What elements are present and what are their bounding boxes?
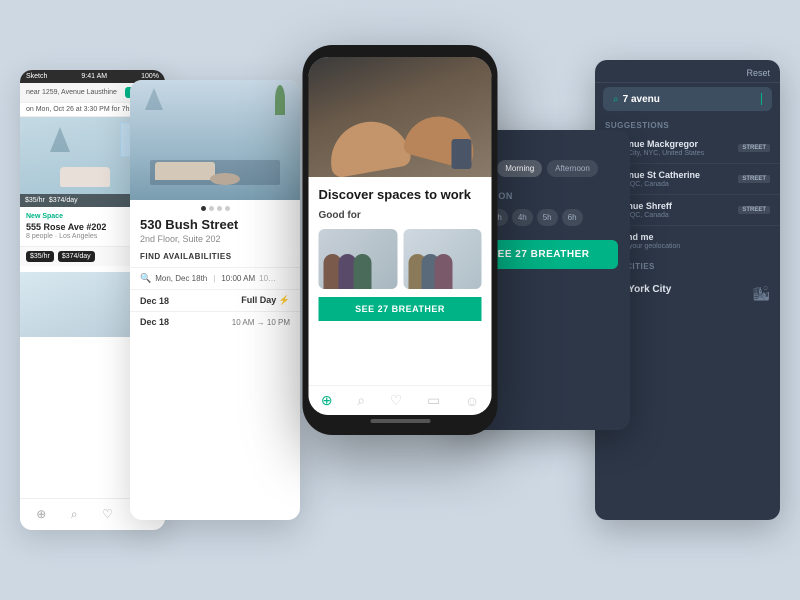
nav-heart-icon[interactable]: ♡ xyxy=(102,507,113,522)
space-title: 530 Bush Street xyxy=(130,217,300,234)
result-badge-3: STREET xyxy=(738,206,770,214)
result-meta-3: treal, QC, Canada xyxy=(612,212,734,219)
person-shape-3 xyxy=(354,254,372,289)
near-me-label: und me xyxy=(621,232,680,242)
person-shape-6 xyxy=(434,254,452,289)
decor-triangle xyxy=(145,88,163,110)
nav-search-icon[interactable]: ⌕ xyxy=(71,507,78,522)
duration-hint: 10… xyxy=(259,274,276,283)
thumb-image-2[interactable] xyxy=(403,229,482,289)
phone-main-title: Discover spaces to work xyxy=(319,187,482,202)
result-content-3: avenue Shreff treal, QC, Canada xyxy=(612,201,734,219)
dot-4[interactable] xyxy=(225,206,230,211)
near-me-meta: st your geolocation xyxy=(621,243,680,250)
section-find-availabilities: FIND AVAILABILITIES xyxy=(130,252,300,267)
availability-row-1[interactable]: Dec 18 Full Day ⚡ xyxy=(130,289,300,311)
result-meta-1: York City, NYC, United States xyxy=(612,150,734,157)
dur-chip-4h[interactable]: 4h xyxy=(512,209,533,226)
result-badge-2: STREET xyxy=(738,175,770,183)
result-content-2: Avenue St Catherine treal, QC, Canada xyxy=(612,170,734,188)
search-icon: ⌕ xyxy=(613,94,619,105)
time-chip-afternoon[interactable]: Afternoon xyxy=(547,160,598,177)
price-pill-day: $374/day xyxy=(58,251,95,262)
avail-type-1: Full Day ⚡ xyxy=(241,295,290,306)
lightning-icon: ⚡ xyxy=(279,295,290,305)
near-me-content: und me st your geolocation xyxy=(621,232,680,250)
price-day: $374/day xyxy=(49,197,78,204)
phone-content: Discover spaces to work Good for SEE 27 … xyxy=(309,177,492,385)
result-name-2: Avenue St Catherine xyxy=(612,170,734,180)
result-meta-2: treal, QC, Canada xyxy=(612,181,734,188)
phone-cta-button[interactable]: SEE 27 BREATHER xyxy=(319,297,482,321)
search-row[interactable]: ⌕ 7 avenu xyxy=(603,87,772,111)
battery: 100% xyxy=(141,73,159,80)
date-value: Mon, Dec 18th xyxy=(155,274,207,283)
dur-chip-6h[interactable]: 6h xyxy=(562,209,583,226)
card-center-left: 530 Bush Street 2nd Floor, Suite 202 FIN… xyxy=(130,80,300,520)
phone-frame: Discover spaces to work Good for SEE 27 … xyxy=(303,45,498,435)
phone-nav-heart[interactable]: ♡ xyxy=(390,392,403,409)
phone-bottom-nav: ⊕ ⌕ ♡ ▭ ☺ xyxy=(309,385,492,415)
phone-screen: Discover spaces to work Good for SEE 27 … xyxy=(309,57,492,415)
phone-notch xyxy=(370,45,430,53)
reset-button[interactable]: Reset xyxy=(746,68,770,78)
result-content-1: Avenue Mackgregor York City, NYC, United… xyxy=(612,139,734,157)
thumb-image-1[interactable] xyxy=(319,229,398,289)
time-value: 10:00 AM xyxy=(221,274,255,283)
phone-nav-home[interactable]: ⊕ xyxy=(321,392,333,409)
phone-section-label: Good for xyxy=(319,210,482,221)
decor-shape xyxy=(50,127,70,152)
nav-home-icon[interactable]: ⊕ xyxy=(36,507,46,522)
room-sofa xyxy=(155,162,215,180)
avail-date-1: Dec 18 xyxy=(140,296,169,306)
result-name-1: Avenue Mackgregor xyxy=(612,139,734,149)
image-dots xyxy=(130,200,300,217)
time-chip-morning[interactable]: Morning xyxy=(497,160,542,177)
result-name-3: avenue Shreff xyxy=(612,201,734,211)
dot-1[interactable] xyxy=(201,206,206,211)
calendar-icon: 🔍 xyxy=(140,273,151,284)
date-picker-row[interactable]: 🔍 Mon, Dec 18th | 10:00 AM 10… xyxy=(130,267,300,289)
right-card-header: Reset xyxy=(595,60,780,83)
space-subtitle: 2nd Floor, Suite 202 xyxy=(130,234,300,252)
app-name: Sketch xyxy=(26,73,47,80)
dot-2[interactable] xyxy=(209,206,214,211)
room-plant xyxy=(275,85,285,115)
search-input-text: 7 avenu xyxy=(623,94,757,105)
avail-date-2: Dec 18 xyxy=(140,317,169,327)
separator: | xyxy=(213,274,215,283)
text-cursor xyxy=(761,93,762,105)
phone-nav-profile[interactable]: ☺ xyxy=(465,393,479,409)
scene: Sketch 9:41 AM 100% near 1259, Avenue La… xyxy=(20,30,780,570)
watch-shape xyxy=(452,139,472,169)
dur-chip-5h[interactable]: 5h xyxy=(537,209,558,226)
phone-hero-image xyxy=(309,57,492,177)
price-pill-hr: $35/hr xyxy=(26,251,54,262)
dot-3[interactable] xyxy=(217,206,222,211)
phone-nav-grid[interactable]: ▭ xyxy=(427,392,440,409)
availability-row-2[interactable]: Dec 18 10 AM → 10 PM xyxy=(130,311,300,332)
space-hero-image xyxy=(130,80,300,200)
price-hr: $35/hr xyxy=(25,197,45,204)
room-table xyxy=(210,173,240,185)
avail-time-2: 10 AM → 10 PM xyxy=(232,318,290,327)
phone-nav-search[interactable]: ⌕ xyxy=(357,392,365,409)
result-badge-1: STREET xyxy=(738,144,770,152)
home-indicator[interactable] xyxy=(370,419,430,423)
status-info: 9:41 AM xyxy=(81,73,107,80)
hand-shape-1 xyxy=(325,115,412,177)
address-text: near 1259, Avenue Lausthine xyxy=(26,89,117,96)
phone-thumbnails xyxy=(319,229,482,289)
city-skyline-icon: 🏙 xyxy=(752,285,770,302)
sofa-shape xyxy=(60,167,110,187)
